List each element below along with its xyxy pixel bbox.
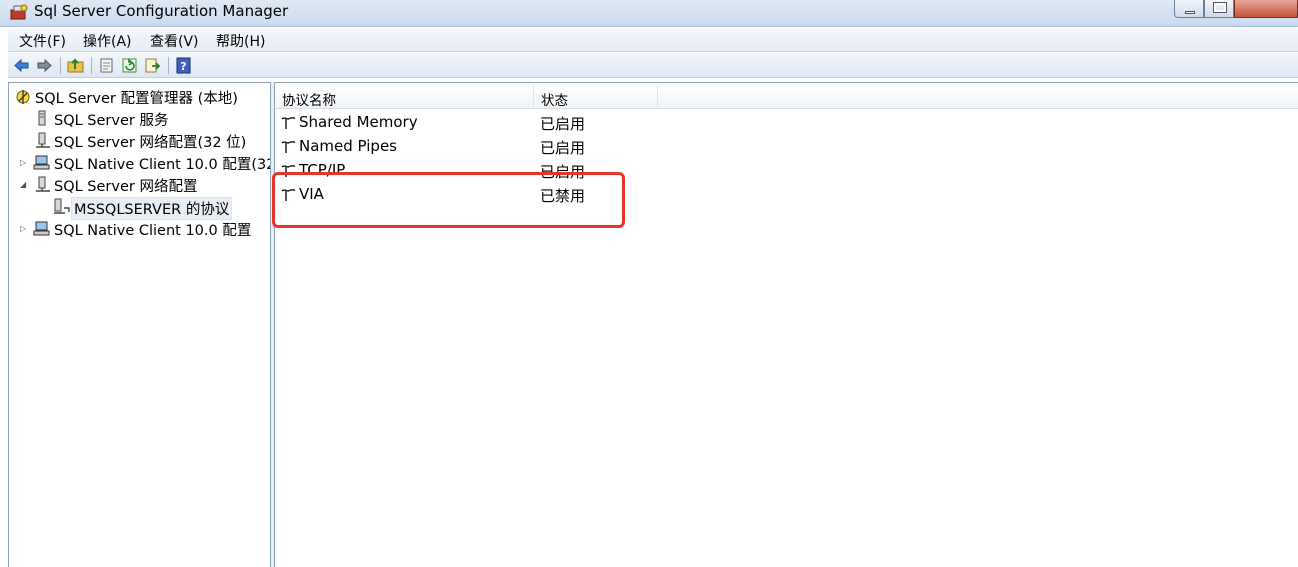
- export-icon[interactable]: [144, 57, 161, 74]
- sql-config-manager-icon: [10, 4, 28, 20]
- toolbar: ?: [8, 53, 1298, 78]
- menu-action[interactable]: 操作(A): [83, 31, 132, 51]
- protocol-status: 已启用: [540, 139, 586, 157]
- tree-item-label: MSSQLSERVER 的协议: [71, 197, 233, 220]
- list-item[interactable]: Named Pipes 已启用: [275, 135, 1298, 159]
- client-computer-icon: [33, 220, 51, 241]
- network-server-icon: [35, 176, 51, 197]
- protocols-icon: [53, 198, 71, 219]
- protocol-name: Shared Memory: [299, 113, 418, 131]
- toolbar-separator: [168, 57, 169, 74]
- menu-help[interactable]: 帮助(H): [216, 31, 265, 51]
- protocol-icon: [281, 116, 297, 134]
- server-icon: [35, 110, 49, 131]
- list-item[interactable]: TCP/IP 已启用: [275, 159, 1298, 183]
- protocol-icon: [281, 164, 297, 182]
- protocol-name: TCP/IP: [299, 161, 346, 179]
- minimize-icon: [1185, 11, 1195, 14]
- protocol-status: 已禁用: [540, 187, 586, 205]
- minimize-button[interactable]: [1174, 0, 1204, 18]
- menu-file[interactable]: 文件(F): [19, 31, 66, 51]
- maximize-icon: [1213, 2, 1227, 13]
- protocol-name: Named Pipes: [299, 137, 397, 155]
- toolbar-separator: [60, 57, 61, 74]
- protocol-status: 已启用: [540, 115, 586, 133]
- refresh-icon[interactable]: [121, 57, 138, 74]
- expand-icon[interactable]: ▷: [20, 158, 26, 167]
- back-arrow-icon[interactable]: [13, 57, 30, 74]
- help-icon[interactable]: ?: [175, 57, 192, 74]
- tree-item-label: SQL Native Client 10.0 配置: [54, 223, 252, 239]
- window-title: Sql Server Configuration Manager: [34, 2, 289, 20]
- protocol-name: VIA: [299, 185, 324, 203]
- client-computer-icon: [33, 154, 51, 175]
- list-header: 协议名称 状态: [275, 86, 1298, 109]
- tree-item-label: SQL Native Client 10.0 配置(32: [54, 157, 271, 173]
- menu-view[interactable]: 查看(V): [150, 31, 199, 51]
- navigation-tree: SQL Server 配置管理器 (本地) SQL Server 服务 SQL …: [8, 82, 271, 567]
- column-header-status[interactable]: 状态: [534, 86, 658, 109]
- tree-root-label: SQL Server 配置管理器 (本地): [35, 91, 238, 107]
- svg-text:?: ?: [180, 60, 186, 73]
- menu-bar: 文件(F) 操作(A) 查看(V) 帮助(H): [8, 28, 1298, 52]
- protocol-status: 已启用: [540, 163, 586, 181]
- protocol-icon: [281, 188, 297, 206]
- tree-item-label: SQL Server 网络配置(32 位): [54, 135, 247, 151]
- tree-item-label: SQL Server 服务: [54, 113, 169, 129]
- toolbar-separator: [91, 57, 92, 74]
- title-bar: Sql Server Configuration Manager: [0, 0, 1298, 27]
- column-header-protocol-name[interactable]: 协议名称: [275, 86, 534, 109]
- expand-icon[interactable]: ▷: [20, 224, 26, 233]
- protocol-list: 协议名称 状态 Shared Memory 已启用 Named Pipes 已启…: [274, 82, 1298, 567]
- forward-arrow-icon[interactable]: [36, 57, 53, 74]
- network-server-icon: [35, 132, 51, 153]
- up-folder-icon[interactable]: [67, 57, 84, 74]
- protocol-icon: [281, 140, 297, 158]
- tree-item-label: SQL Server 网络配置: [54, 179, 198, 195]
- collapse-icon[interactable]: ◢: [20, 180, 26, 189]
- maximize-button[interactable]: [1204, 0, 1234, 18]
- properties-icon[interactable]: [98, 57, 115, 74]
- list-item[interactable]: Shared Memory 已启用: [275, 111, 1298, 135]
- config-manager-icon: [15, 88, 32, 109]
- list-item[interactable]: VIA 已禁用: [275, 183, 1298, 207]
- close-button[interactable]: [1234, 0, 1298, 18]
